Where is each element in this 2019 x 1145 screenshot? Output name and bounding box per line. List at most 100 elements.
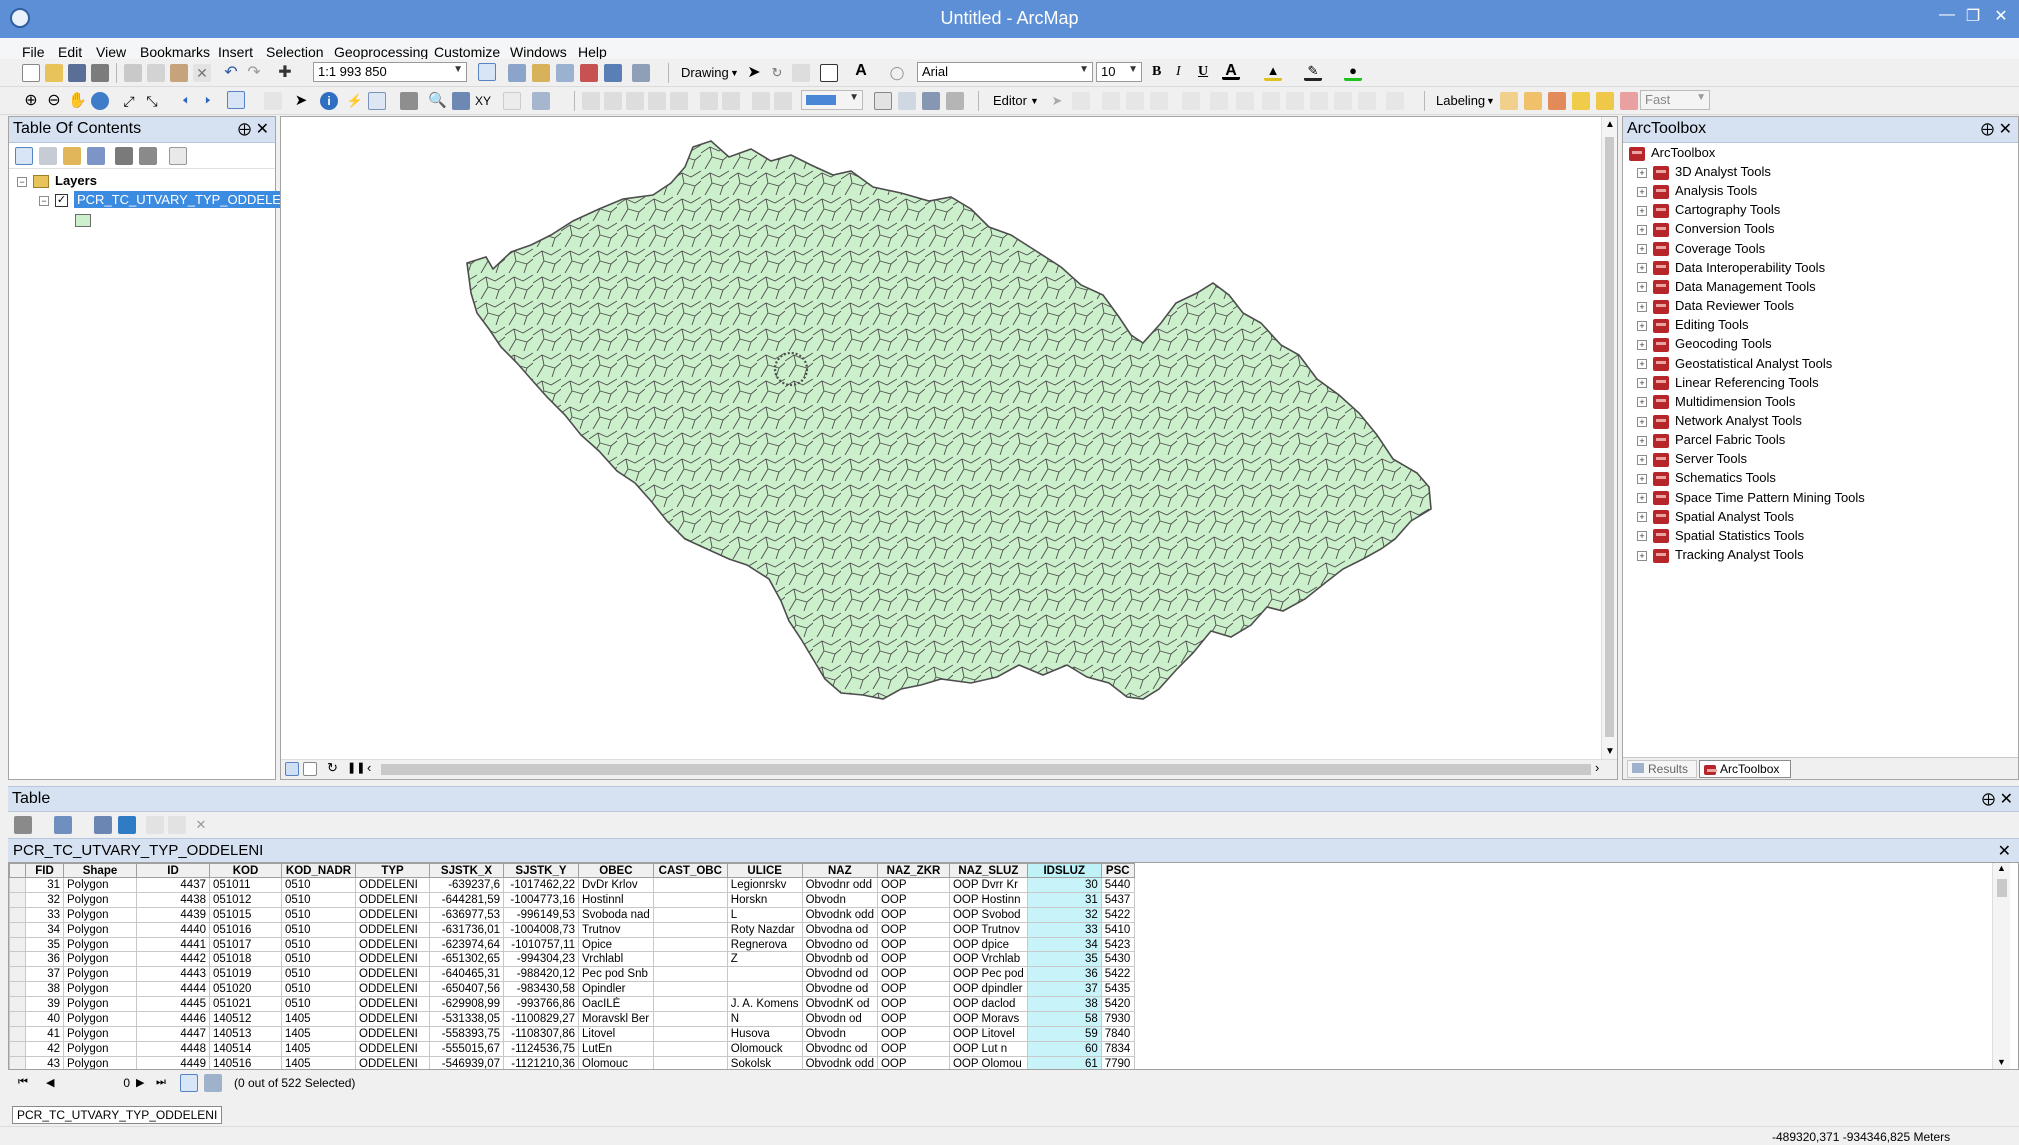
expand-icon[interactable]: + — [1637, 301, 1647, 312]
table-cell[interactable]: N — [726, 1011, 803, 1027]
expand-icon[interactable]: + — [1637, 531, 1647, 542]
close-icon[interactable]: ✕ — [256, 119, 269, 139]
chevron-down-icon[interactable]: ▼ — [1605, 746, 1615, 757]
save-icon[interactable] — [68, 64, 86, 82]
table-cell[interactable]: ODDELENI — [355, 966, 430, 983]
table-cell[interactable]: 7930 — [1100, 1011, 1135, 1027]
table-cell[interactable]: ODDELENI — [355, 981, 430, 998]
table-cell[interactable] — [652, 951, 728, 968]
table-cell[interactable]: 59 — [1026, 1025, 1102, 1042]
column-header[interactable]: IDSLUZ — [1026, 863, 1102, 878]
table-cell[interactable] — [652, 891, 728, 908]
table-cell[interactable]: OOP — [876, 966, 950, 983]
table-cell[interactable]: Obvodno od — [801, 936, 878, 953]
related-tables-icon[interactable] — [54, 816, 72, 834]
table-cell[interactable]: Obvodnd od — [801, 966, 878, 983]
map-scale-combo[interactable]: 1:1 993 850 ▼ — [313, 62, 467, 82]
table-scrollbar-thumb[interactable] — [1997, 879, 2007, 897]
table-cell[interactable]: OOP Dvrr Kr — [948, 877, 1028, 893]
table-row[interactable]: 40 Polygon 4446 140512 1405 ODDELENI -531338,0… — [9, 1011, 1135, 1027]
new-document-icon[interactable] — [22, 64, 40, 82]
table-cell[interactable]: 5435 — [1100, 981, 1135, 998]
table-cell[interactable]: 0510 — [281, 921, 356, 938]
table-cell[interactable]: 051011 — [209, 877, 282, 893]
close-window-icon[interactable]: ✕ — [1986, 6, 2016, 26]
table-cell[interactable]: 39 — [25, 996, 64, 1013]
close-icon[interactable]: ✕ — [1999, 119, 2012, 139]
column-header[interactable]: NAZ_SLUZ — [948, 863, 1028, 878]
expand-icon[interactable]: + — [1637, 282, 1647, 293]
table-cell[interactable] — [652, 906, 728, 923]
table-cell[interactable]: 140513 — [209, 1025, 282, 1042]
table-cell[interactable]: -1004773,16 — [503, 891, 579, 908]
zoom-out-icon[interactable]: ⊖ — [45, 92, 63, 110]
table-cell[interactable] — [652, 1025, 728, 1042]
pin-icon[interactable]: ⨁ — [238, 121, 251, 137]
table-cell[interactable]: 33 — [25, 906, 64, 923]
table-cell[interactable]: -651302,65 — [429, 951, 504, 968]
tab-results[interactable]: Results — [1627, 760, 1697, 778]
table-cell[interactable]: 7834 — [1100, 1040, 1135, 1057]
fill-color-icon[interactable]: ▲ — [1264, 63, 1282, 81]
layer-symbol-swatch[interactable] — [75, 214, 91, 227]
table-cell[interactable]: ODDELENI — [355, 951, 430, 968]
column-header[interactable]: SJSTK_Y — [503, 863, 579, 878]
table-cell[interactable]: 36 — [25, 951, 64, 968]
table-cell[interactable]: -531338,05 — [429, 1011, 504, 1027]
table-row[interactable]: 35 Polygon 4441 051017 0510 ODDELENI -623974,6… — [9, 936, 1135, 953]
table-cell[interactable] — [652, 996, 728, 1013]
table-cell[interactable]: -1004008,73 — [503, 921, 579, 938]
column-header[interactable]: NAZ_ZKR — [876, 863, 950, 878]
select-features-icon[interactable] — [227, 91, 245, 109]
table-cell[interactable]: 140514 — [209, 1040, 282, 1057]
table-cell[interactable]: 4449 — [136, 1055, 210, 1069]
table-cell[interactable]: ODDELENI — [355, 996, 430, 1013]
table-cell[interactable]: 5422 — [1100, 906, 1135, 923]
table-cell[interactable]: OOP Pec pod — [948, 966, 1028, 983]
table-cell[interactable]: 140516 — [209, 1055, 282, 1069]
column-header[interactable]: Shape — [63, 863, 137, 878]
toolbox-item[interactable]: + Geostatistical Analyst Tools — [1637, 356, 1832, 375]
map-canvas[interactable] — [281, 117, 1603, 761]
expand-icon[interactable]: + — [1637, 454, 1647, 465]
search-window-icon[interactable] — [556, 64, 574, 82]
table-cell[interactable]: 31 — [1026, 891, 1102, 908]
previous-record-icon[interactable]: ◀ — [46, 1076, 54, 1089]
table-cell[interactable]: LutEn — [578, 1040, 654, 1057]
chevron-up-icon[interactable]: ▲ — [1605, 119, 1615, 130]
toolbox-item[interactable]: + Data Management Tools — [1637, 279, 1816, 298]
show-all-records-icon[interactable] — [180, 1074, 198, 1092]
table-cell[interactable]: Olomouck — [726, 1040, 803, 1057]
table-cell[interactable]: ODDELENI — [355, 1011, 430, 1027]
table-cell[interactable]: -623974,64 — [429, 936, 504, 953]
column-header[interactable]: ID — [136, 863, 210, 878]
row-selector[interactable] — [9, 951, 26, 968]
table-cell[interactable]: 35 — [1026, 951, 1102, 968]
toggle-draft-mode-icon[interactable] — [874, 92, 892, 110]
table-cell[interactable]: 4440 — [136, 921, 210, 938]
row-selector[interactable] — [9, 1025, 26, 1042]
column-header[interactable]: NAZ — [801, 863, 878, 878]
row-selector[interactable] — [9, 1040, 26, 1057]
table-cell[interactable]: Litovel — [578, 1025, 654, 1042]
table-cell[interactable]: 051012 — [209, 891, 282, 908]
scrollbar-thumb[interactable] — [1605, 137, 1614, 737]
table-row[interactable]: 41 Polygon 4447 140513 1405 ODDELENI -558393,7… — [9, 1025, 1135, 1042]
font-name-combo[interactable]: Arial ▼ — [917, 62, 1093, 82]
table-cell[interactable]: 32 — [1026, 906, 1102, 923]
table-cell[interactable]: 5420 — [1100, 996, 1135, 1013]
row-selector[interactable] — [9, 981, 26, 998]
change-layout-icon[interactable] — [922, 92, 940, 110]
bold-button[interactable]: B — [1152, 64, 1161, 80]
table-cell[interactable]: 0510 — [281, 936, 356, 953]
arctoolbox-icon[interactable] — [580, 64, 598, 82]
close-table-icon[interactable]: ✕ — [1998, 841, 2011, 861]
fixed-zoom-in-icon[interactable]: ⤢ — [120, 92, 138, 110]
cut-icon[interactable] — [124, 64, 142, 82]
table-row[interactable]: 39 Polygon 4445 051021 0510 ODDELENI -629908,9… — [9, 996, 1135, 1013]
tab-arctoolbox[interactable]: ArcToolbox — [1699, 760, 1791, 778]
table-cell[interactable]: 43 — [25, 1055, 64, 1069]
column-header[interactable]: OBEC — [578, 863, 654, 878]
table-cell[interactable]: -558393,75 — [429, 1025, 504, 1042]
menu-customize[interactable]: Customize — [434, 44, 500, 60]
